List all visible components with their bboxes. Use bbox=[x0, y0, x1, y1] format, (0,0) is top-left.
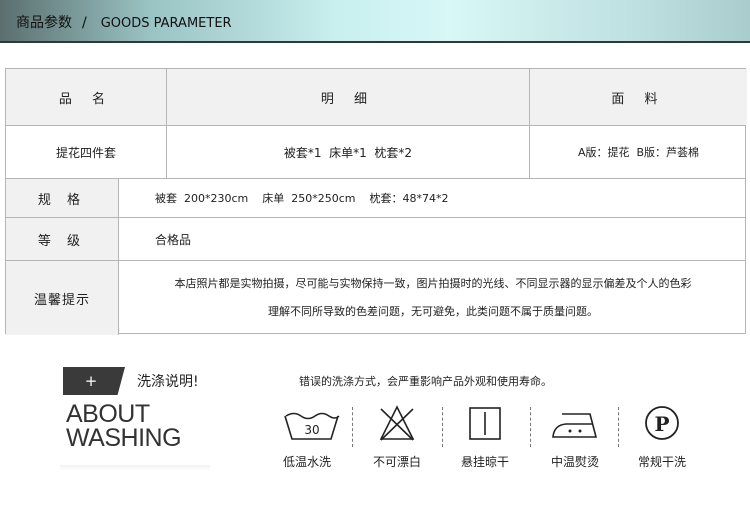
header-fabric: 面 料 bbox=[530, 69, 747, 125]
grade-row: 等 级 合格品 bbox=[6, 217, 745, 260]
header-name: 品 名 bbox=[6, 69, 166, 125]
divider bbox=[442, 407, 443, 447]
product-detail: 被套*1 床单*1 枕套*2 bbox=[283, 145, 413, 160]
banner-separator: / bbox=[82, 15, 87, 31]
grade-value: 合格品 bbox=[155, 232, 192, 247]
header-row: 品 名 明 细 面 料 bbox=[6, 69, 747, 125]
washing-line: WASHING bbox=[66, 424, 182, 452]
about-line: ABOUT bbox=[66, 400, 150, 428]
tip-row: 温馨提示 本店照片都是实物拍摄，尽可能与实物保持一致，图片拍摄时的光线、不同显示… bbox=[6, 260, 745, 335]
divider bbox=[530, 407, 531, 447]
iron-medium-label: 中温熨烫 bbox=[550, 455, 599, 469]
wash-30-label: 低温水洗 bbox=[282, 455, 331, 469]
washing-title: 洗涤说明! bbox=[137, 374, 199, 390]
tip-text: 本店照片都是实物拍摄，尽可能与实物保持一致，图片拍摄时的光线、不同显示器的显示偏… bbox=[119, 261, 747, 335]
header-detail: 明 细 bbox=[167, 69, 529, 125]
grade-label: 等 级 bbox=[6, 218, 119, 260]
dry-clean-p-icon: P bbox=[627, 404, 697, 442]
banner-title: 商品参数 / GOODS PARAMETER bbox=[16, 12, 232, 32]
dry-clean-label: 常规干洗 bbox=[637, 455, 686, 469]
heading-shadow bbox=[60, 465, 210, 471]
plus-icon: + bbox=[63, 367, 125, 395]
parameter-table: 品 名 明 细 面 料 提花四件套 被套*1 床单*1 枕套*2 A版：提花 B… bbox=[5, 68, 747, 335]
washing-section: + 洗涤说明! ABOUT WASHING 错误的洗涤方式，会严重影响产品外观和… bbox=[0, 340, 750, 512]
dry-clean-text: P bbox=[654, 412, 669, 436]
tip-label: 温馨提示 bbox=[6, 261, 119, 335]
product-name: 提花四件套 bbox=[55, 145, 116, 160]
divider bbox=[618, 407, 619, 447]
washing-warning: 错误的洗涤方式，会严重影响产品外观和使用寿命。 bbox=[299, 375, 552, 388]
no-bleach-label: 不可漂白 bbox=[372, 455, 421, 469]
spec-row: 规 格 被套 200*230cm 床单 250*250cm 枕套：48*74*2 bbox=[6, 178, 745, 217]
product-fabric: A版：提花 B版：芦荟棉 bbox=[577, 146, 700, 159]
wash-30-icon: 30 bbox=[277, 404, 347, 442]
hang-dry-icon bbox=[450, 404, 520, 442]
no-bleach-icon bbox=[362, 404, 432, 442]
about-washing-heading: ABOUT WASHING bbox=[66, 400, 182, 452]
spec-label: 规 格 bbox=[6, 179, 119, 217]
banner-title-cn: 商品参数 bbox=[16, 15, 72, 31]
hang-dry-label: 悬挂晾干 bbox=[460, 455, 509, 469]
banner-title-en: GOODS PARAMETER bbox=[100, 16, 232, 31]
tip-line-1: 本店照片都是实物拍摄，尽可能与实物保持一致，图片拍摄时的光线、不同显示器的显示偏… bbox=[174, 277, 692, 290]
wash-30-text: 30 bbox=[304, 423, 319, 437]
divider bbox=[352, 407, 353, 447]
tip-line-2: 理解不同所导致的色差问题，无可避免，此类问题不属于质量问题。 bbox=[268, 305, 598, 318]
spec-value: 被套 200*230cm 床单 250*250cm 枕套：48*74*2 bbox=[155, 192, 449, 205]
iron-medium-icon bbox=[540, 404, 610, 442]
section-banner: 商品参数 / GOODS PARAMETER bbox=[0, 0, 750, 43]
product-row: 提花四件套 被套*1 床单*1 枕套*2 A版：提花 B版：芦荟棉 bbox=[6, 125, 745, 178]
